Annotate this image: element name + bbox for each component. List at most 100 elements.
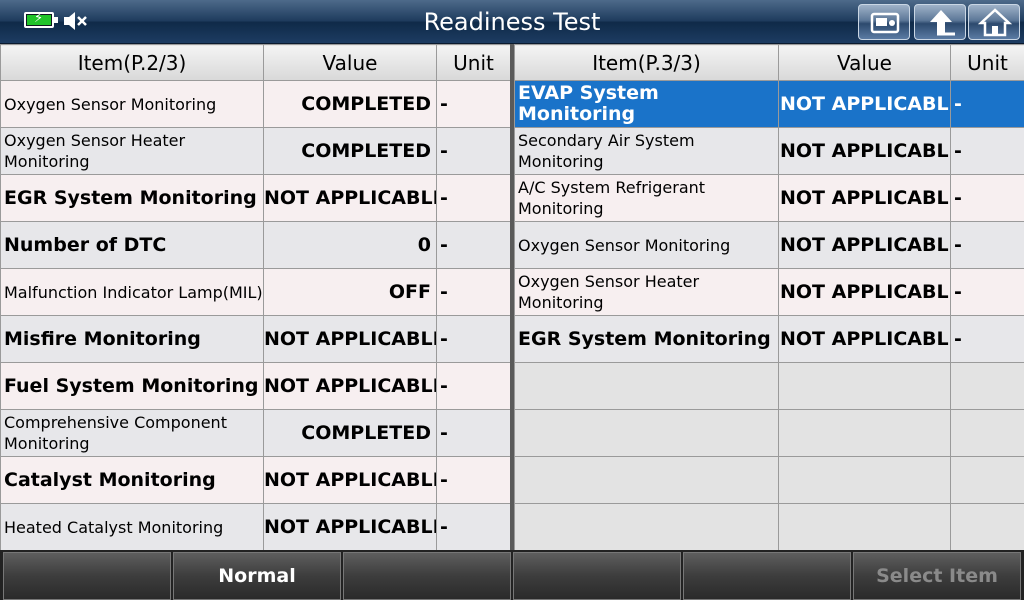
item-name: Number of DTC	[0, 221, 264, 269]
column-header-item: Item(P.3/3)	[514, 44, 779, 81]
item-name: Misfire Monitoring	[0, 315, 264, 363]
item-unit: -	[950, 127, 1024, 175]
empty-cell	[514, 362, 779, 410]
item-value: NOT APPLICABLE	[778, 174, 951, 222]
empty-cell	[778, 409, 951, 457]
item-value: COMPLETED	[263, 127, 437, 175]
item-name: Catalyst Monitoring	[0, 456, 264, 504]
empty-cell	[514, 503, 779, 551]
screenshot-icon	[870, 12, 900, 34]
table-row[interactable]: Catalyst Monitoring NOT APPLICABLE -	[0, 456, 511, 504]
item-unit: -	[436, 409, 511, 457]
right-data-panel: Item(P.3/3) Value Unit EVAP System Monit…	[514, 44, 1024, 551]
table-row[interactable]: EGR System Monitoring NOT APPLICABLE -	[514, 315, 1024, 363]
item-value: NOT APPLICABLE	[263, 362, 437, 410]
item-value: NOT APPLICABLE	[263, 174, 437, 222]
item-name: Oxygen Sensor Monitoring	[514, 221, 779, 269]
table-row[interactable]: Secondary Air System Monitoring NOT APPL…	[514, 127, 1024, 175]
select-item-button[interactable]: Select Item	[853, 552, 1021, 600]
item-name: Heated Catalyst Monitoring	[0, 503, 264, 551]
item-value: NOT APPLICABLE	[263, 503, 437, 551]
item-value: OFF	[263, 268, 437, 316]
item-value: NOT APPLICABLE	[778, 221, 951, 269]
table-row[interactable]: Malfunction Indicator Lamp(MIL) OFF -	[0, 268, 511, 316]
item-unit: -	[436, 268, 511, 316]
column-header-value: Value	[778, 44, 951, 81]
item-name: Secondary Air System Monitoring	[514, 127, 779, 175]
table-row[interactable]: Number of DTC 0 -	[0, 221, 511, 269]
normal-button[interactable]: Normal	[173, 552, 341, 600]
item-unit: -	[950, 174, 1024, 222]
empty-cell	[514, 456, 779, 504]
column-header-value: Value	[263, 44, 437, 81]
item-value: NOT APPLICABLE	[263, 315, 437, 363]
item-name: Fuel System Monitoring	[0, 362, 264, 410]
empty-row	[514, 362, 1024, 410]
table-row[interactable]: Oxygen Sensor Monitoring COMPLETED -	[0, 80, 511, 128]
item-name: Comprehensive Component Monitoring	[0, 409, 264, 457]
table-row[interactable]: Comprehensive Component Monitoring COMPL…	[0, 409, 511, 457]
bottom-toolbar: Normal Select Item	[0, 550, 1024, 600]
left-data-panel: Item(P.2/3) Value Unit Oxygen Sensor Mon…	[0, 44, 511, 551]
item-unit: -	[950, 315, 1024, 363]
item-value: COMPLETED	[263, 409, 437, 457]
item-name: A/C System Refrigerant Monitoring	[514, 174, 779, 222]
item-name: Oxygen Sensor Heater Monitoring	[0, 127, 264, 175]
item-name: EVAP System Monitoring	[514, 80, 779, 128]
item-name: EGR System Monitoring	[514, 315, 779, 363]
item-name: EGR System Monitoring	[0, 174, 264, 222]
back-arrow-icon	[930, 10, 955, 36]
table-row[interactable]: Fuel System Monitoring NOT APPLICABLE -	[0, 362, 511, 410]
item-name: Oxygen Sensor Monitoring	[0, 80, 264, 128]
item-unit: -	[436, 503, 511, 551]
title-bar: ⚡ Readiness Test	[0, 0, 1024, 44]
table-row[interactable]: Heated Catalyst Monitoring NOT APPLICABL…	[0, 503, 511, 551]
empty-cell	[950, 456, 1024, 504]
table-row[interactable]: Oxygen Sensor Heater Monitoring NOT APPL…	[514, 268, 1024, 316]
item-value: NOT APPLICABLE	[778, 268, 951, 316]
table-row[interactable]: Misfire Monitoring NOT APPLICABLE -	[0, 315, 511, 363]
empty-row	[514, 409, 1024, 457]
toolbar-button-1[interactable]	[3, 552, 171, 600]
toolbar-button-3[interactable]	[343, 552, 511, 600]
item-name: Oxygen Sensor Heater Monitoring	[514, 268, 779, 316]
item-value: NOT APPLICABLE	[778, 127, 951, 175]
empty-cell	[950, 503, 1024, 551]
toolbar-button-5[interactable]	[683, 552, 851, 600]
empty-cell	[950, 362, 1024, 410]
empty-row	[514, 456, 1024, 504]
item-unit: -	[436, 127, 511, 175]
item-unit: -	[436, 456, 511, 504]
table-row[interactable]: Oxygen Sensor Monitoring NOT APPLICABLE …	[514, 221, 1024, 269]
item-value: COMPLETED	[263, 80, 437, 128]
screenshot-button[interactable]	[858, 4, 910, 40]
empty-cell	[514, 409, 779, 457]
item-unit: -	[436, 80, 511, 128]
item-unit: -	[950, 80, 1024, 128]
item-value: NOT APPLICABLE	[778, 315, 951, 363]
item-unit: -	[436, 221, 511, 269]
item-value: 0	[263, 221, 437, 269]
item-value: NOT APPLICABLE	[778, 80, 951, 128]
item-unit: -	[436, 362, 511, 410]
item-unit: -	[436, 315, 511, 363]
home-icon	[977, 8, 1013, 37]
home-button[interactable]	[968, 4, 1020, 40]
column-header-unit: Unit	[436, 44, 511, 81]
item-unit: -	[436, 174, 511, 222]
empty-cell	[778, 503, 951, 551]
empty-cell	[950, 409, 1024, 457]
empty-row	[514, 503, 1024, 551]
column-header-item: Item(P.2/3)	[0, 44, 264, 81]
table-row-selected[interactable]: EVAP System Monitoring NOT APPLICABLE -	[514, 80, 1024, 128]
table-row[interactable]: A/C System Refrigerant Monitoring NOT AP…	[514, 174, 1024, 222]
toolbar-button-4[interactable]	[513, 552, 681, 600]
table-row[interactable]: EGR System Monitoring NOT APPLICABLE -	[0, 174, 511, 222]
table-row[interactable]: Oxygen Sensor Heater Monitoring COMPLETE…	[0, 127, 511, 175]
empty-cell	[778, 362, 951, 410]
item-unit: -	[950, 268, 1024, 316]
item-value: NOT APPLICABLE	[263, 456, 437, 504]
back-button[interactable]	[914, 4, 966, 40]
item-unit: -	[950, 221, 1024, 269]
empty-cell	[778, 456, 951, 504]
